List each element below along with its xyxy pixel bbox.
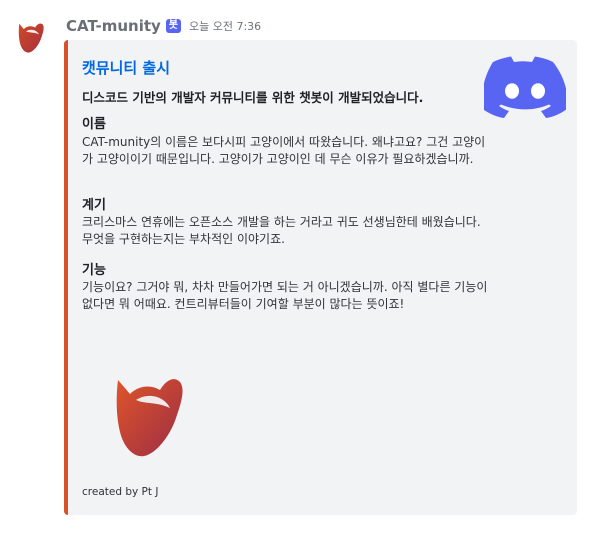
embed-description: 디스코드 기반의 개발자 커뮤니티를 위한 챗봇이 개발되었습니다. bbox=[82, 90, 424, 105]
embed-image[interactable] bbox=[114, 370, 184, 460]
field-value-motivation: 크리스마스 연휴에는 오픈소스 개발을 하는 거라고 귀도 선생님한테 배웠습니… bbox=[82, 215, 481, 246]
cat-logo-icon bbox=[18, 23, 44, 53]
message-header: CAT-munity 봇 오늘 오전 7:36 bbox=[66, 16, 261, 36]
embed-thumbnail[interactable] bbox=[482, 56, 568, 118]
timestamp[interactable]: 오늘 오전 7:36 bbox=[189, 18, 261, 34]
field-value-name: CAT-munity의 이름은 보다시피 고양이에서 따왔습니다. 왜냐고요? … bbox=[82, 135, 486, 166]
bot-tag: 봇 bbox=[165, 19, 181, 33]
bot-avatar[interactable] bbox=[16, 20, 46, 54]
discord-logo-icon bbox=[482, 56, 568, 118]
field-value-features: 기능이요? 그거야 뭐, 차차 만들어가면 되는 거 아니겠습니까. 아직 별다… bbox=[82, 280, 488, 311]
field-name-motivation: 계기 bbox=[82, 198, 106, 213]
field-name-features: 기능 bbox=[82, 263, 106, 278]
field-name-name: 이름 bbox=[82, 117, 106, 132]
embed-title-link[interactable]: 캣뮤니티 출시 bbox=[82, 57, 170, 78]
cat-logo-icon bbox=[116, 379, 183, 457]
embed-footer: created by Pt J bbox=[82, 486, 159, 498]
username[interactable]: CAT-munity bbox=[66, 17, 161, 35]
message-embed: 캣뮤니티 출시 디스코드 기반의 개발자 커뮤니티를 위한 챗봇이 개발되었습니… bbox=[64, 40, 577, 515]
